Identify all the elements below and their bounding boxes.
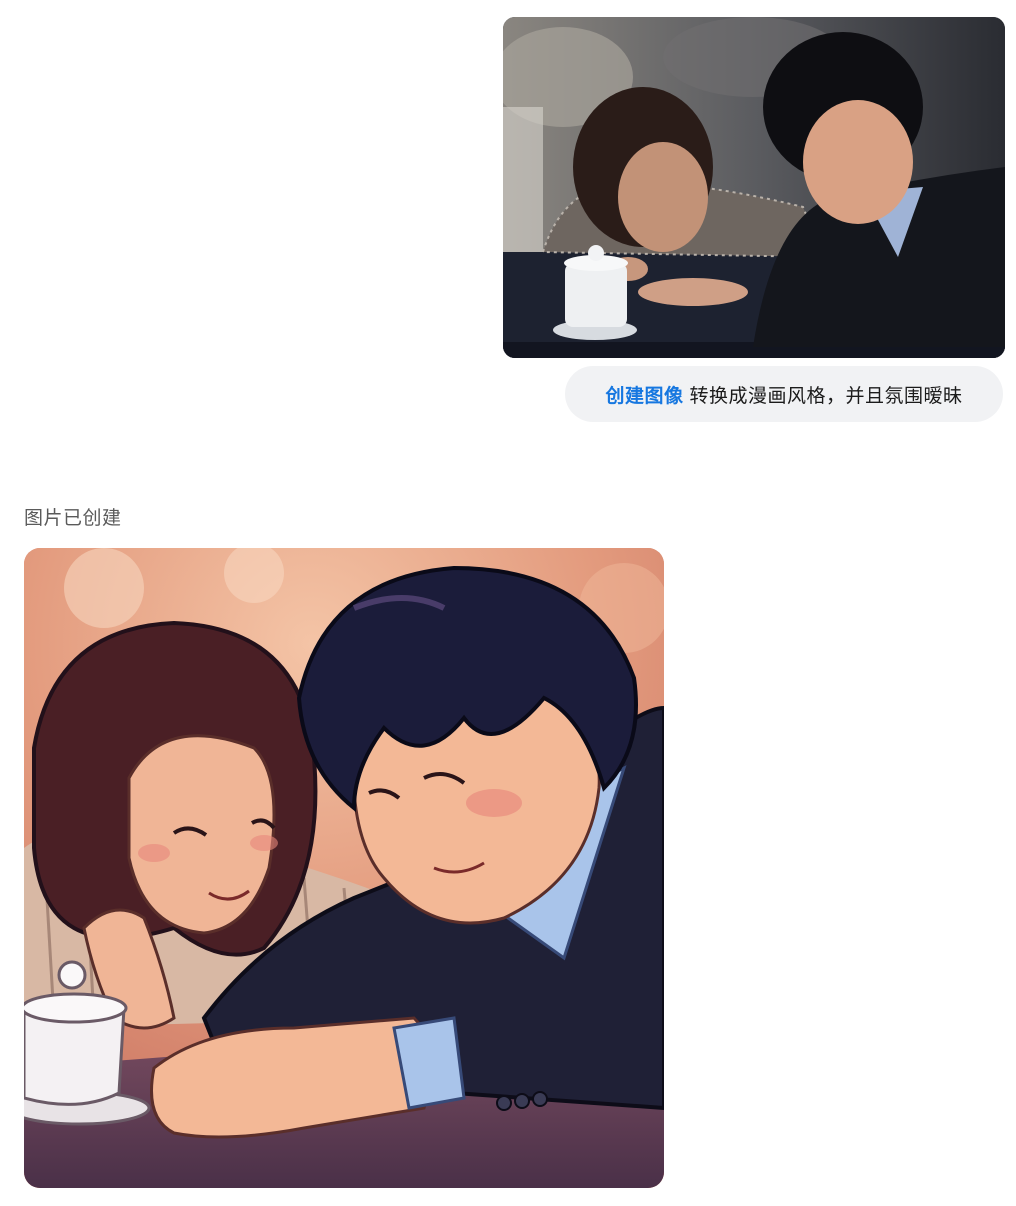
user-prompt-bubble: 创建图像 转换成漫画风格，并且氛围暧昧 bbox=[565, 366, 1003, 422]
image-created-status: 图片已创建 bbox=[24, 507, 122, 529]
photo-illustration bbox=[503, 17, 1005, 358]
comic-illustration bbox=[24, 548, 664, 1188]
create-image-tag[interactable]: 创建图像 bbox=[605, 381, 683, 408]
prompt-text: 转换成漫画风格，并且氛围暧昧 bbox=[689, 384, 963, 407]
user-uploaded-photo[interactable] bbox=[503, 17, 1005, 358]
generated-image[interactable] bbox=[24, 548, 664, 1188]
chat-page: 创建图像 转换成漫画风格，并且氛围暧昧 图片已创建 bbox=[0, 0, 1016, 1206]
